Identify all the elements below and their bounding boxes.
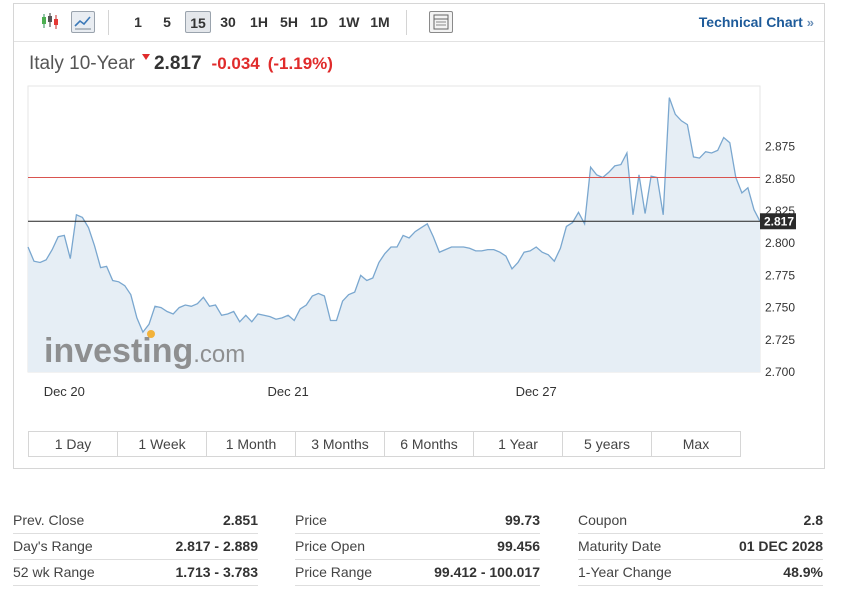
stat-label: Price Open	[295, 538, 366, 554]
stats-column: Coupon 2.8 Maturity Date 01 DEC 2028 1-Year …	[578, 508, 823, 586]
stat-value: 99.73	[504, 512, 540, 528]
y-tick-label: 2.750	[765, 301, 795, 315]
chart-widget: 1 5 15 30 1H 5H 1D 1W 1M Technical Chart» Italy …	[13, 3, 825, 469]
stat-row: 1-Year Change 48.9%	[578, 560, 823, 586]
y-tick-label: 2.700	[765, 365, 795, 379]
stat-label: Price	[295, 512, 327, 528]
stat-label: 1-Year Change	[578, 564, 672, 580]
stat-value: 99.412 - 100.017	[434, 564, 540, 580]
range-button-max[interactable]: Max	[652, 432, 740, 456]
stats-column: Price 99.73 Price Open 99.456 Price Range 99.…	[295, 508, 540, 586]
x-tick-label: Dec 21	[268, 384, 309, 399]
stat-label: Prev. Close	[13, 512, 85, 528]
stats-column: Prev. Close 2.851 Day's Range 2.817 - 2.889…	[13, 508, 258, 586]
range-button-6-months[interactable]: 6 Months	[385, 432, 474, 456]
logo-suffix: .com	[193, 341, 245, 368]
stat-value: 99.456	[497, 538, 540, 554]
stat-row: Price Open 99.456	[295, 534, 540, 560]
time-range-selector: 1 Day 1 Week 1 Month 3 Months 6 Months 1 Year…	[28, 431, 741, 457]
logo-brand: investing	[44, 332, 193, 370]
stat-label: Maturity Date	[578, 538, 662, 554]
stat-row: 52 wk Range 1.713 - 3.783	[13, 560, 258, 586]
y-tick-label: 2.725	[765, 333, 795, 347]
logo-dot-icon	[147, 330, 155, 338]
y-tick-label: 2.775	[765, 268, 795, 282]
stat-value: 2.817 - 2.889	[175, 538, 258, 554]
range-button-5-years[interactable]: 5 years	[563, 432, 652, 456]
x-tick-label: Dec 27	[516, 384, 557, 399]
range-button-1-week[interactable]: 1 Week	[118, 432, 207, 456]
stat-row: Price 99.73	[295, 508, 540, 534]
current-price-label: 2.817	[764, 214, 794, 228]
stat-value: 01 DEC 2028	[738, 538, 823, 554]
y-tick-label: 2.850	[765, 172, 795, 186]
y-tick-label: 2.875	[765, 140, 795, 154]
stat-row: Day's Range 2.817 - 2.889	[13, 534, 258, 560]
x-tick-label: Dec 20	[44, 384, 85, 399]
stat-label: 52 wk Range	[13, 564, 95, 580]
stat-row: Maturity Date 01 DEC 2028	[578, 534, 823, 560]
y-tick-label: 2.800	[765, 236, 795, 250]
stat-row: Price Range 99.412 - 100.017	[295, 560, 540, 586]
stat-row: Coupon 2.8	[578, 508, 823, 534]
range-button-3-months[interactable]: 3 Months	[296, 432, 385, 456]
stat-value: 2.851	[222, 512, 258, 528]
price-chart[interactable]: investing.com 2.700 2.725 2.750 2.775 2.800 2.…	[14, 4, 824, 429]
range-button-1-month[interactable]: 1 Month	[207, 432, 296, 456]
stat-value: 2.8	[803, 512, 823, 528]
stat-label: Day's Range	[13, 538, 93, 554]
stat-value: 1.713 - 3.783	[175, 564, 258, 580]
stat-label: Price Range	[295, 564, 373, 580]
range-button-1-year[interactable]: 1 Year	[474, 432, 563, 456]
range-button-1-day[interactable]: 1 Day	[29, 432, 118, 456]
stat-row: Prev. Close 2.851	[13, 508, 258, 534]
stat-label: Coupon	[578, 512, 628, 528]
stat-value: 48.9%	[783, 564, 823, 580]
